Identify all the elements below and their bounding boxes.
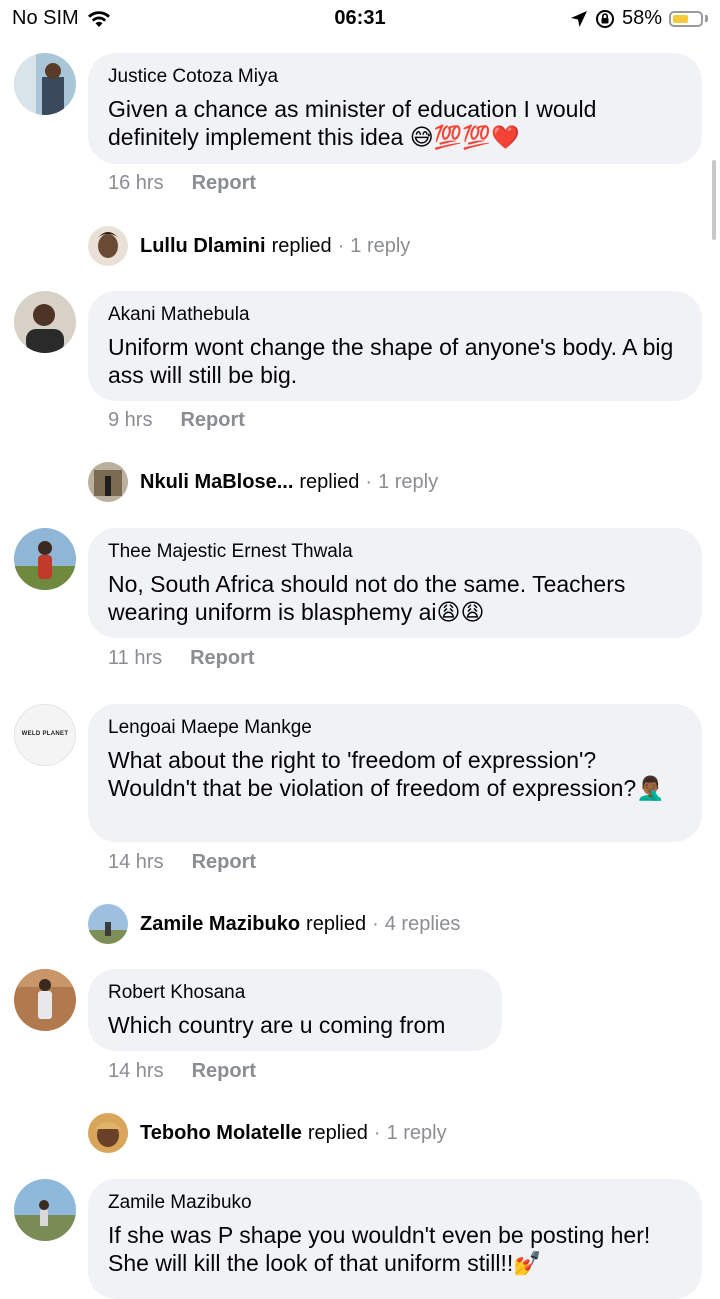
report-button[interactable]: Report (190, 647, 254, 670)
report-button[interactable]: Report (192, 851, 256, 874)
reply-author[interactable]: Nkuli MaBlose... (140, 471, 293, 494)
comment-text: No, South Africa should not do the same.… (108, 571, 626, 625)
comment-time: 14 hrs (108, 1060, 164, 1082)
separator-dot: · (337, 234, 345, 257)
commenter-avatar[interactable]: WELD PLANET (14, 704, 76, 766)
reply-count[interactable]: 4 replies (385, 913, 461, 936)
report-button[interactable]: Report (192, 1060, 256, 1083)
commenter-avatar[interactable] (14, 528, 76, 590)
commenter-avatar[interactable] (14, 1179, 76, 1241)
orientation-lock-icon (595, 9, 614, 28)
comment-text: If she was P shape you wouldn't even be … (108, 1222, 651, 1276)
reply-author[interactable]: Zamile Mazibuko (140, 913, 300, 936)
view-replies-row[interactable]: Lullu Dlamini replied · 1 reply (88, 226, 410, 266)
comment-author[interactable]: Robert Khosana (108, 981, 482, 1005)
battery-cap (705, 15, 708, 22)
comment-text: What about the right to 'freedom of expr… (108, 747, 665, 801)
commenter-avatar[interactable] (14, 969, 76, 1031)
battery-icon (669, 10, 703, 27)
battery-level (673, 14, 688, 23)
comment-author[interactable]: Thee Majestic Ernest Thwala (108, 540, 682, 564)
reply-author[interactable]: Lullu Dlamini (140, 235, 266, 258)
comment-meta: 14 hrs Report (108, 1060, 256, 1083)
location-arrow-icon (570, 10, 587, 27)
reply-avatar (88, 1113, 128, 1153)
report-button[interactable]: Report (192, 172, 256, 195)
comment-meta: 16 hrs Report (108, 172, 256, 195)
comment-text: Which country are u coming from (108, 1012, 446, 1038)
comment-bubble[interactable]: Lengoai Maepe Mankge What about the righ… (88, 704, 702, 842)
status-bar: No SIM 06:31 58% (0, 0, 720, 40)
reply-count[interactable]: 1 reply (350, 235, 410, 258)
comment-author[interactable]: Justice Cotoza Miya (108, 65, 682, 89)
comment-time: 11 hrs (108, 647, 163, 669)
comment-bubble[interactable]: Robert Khosana Which country are u comin… (88, 969, 502, 1051)
reply-verb: replied (271, 234, 332, 257)
commenter-avatar[interactable] (14, 291, 76, 353)
separator-dot: · (372, 912, 379, 935)
avatar-logo-text: WELD PLANET (21, 731, 69, 737)
status-right: 58% (570, 7, 708, 30)
view-replies-row[interactable]: Zamile Mazibuko replied · 4 replies (88, 904, 460, 944)
reply-avatar (88, 226, 128, 266)
separator-dot: · (365, 470, 373, 493)
comment-text: Given a chance as minister of education … (108, 96, 597, 150)
reply-avatar (88, 904, 128, 944)
report-button[interactable]: Report (180, 409, 244, 432)
comment-bubble[interactable]: Akani Mathebula Uniform wont change the … (88, 291, 702, 401)
comment-bubble[interactable]: Thee Majestic Ernest Thwala No, South Af… (88, 528, 702, 638)
comment-time: 9 hrs (108, 409, 153, 431)
comment-meta: 14 hrs Report (108, 851, 256, 874)
view-replies-row[interactable]: Teboho Molatelle replied · 1 reply (88, 1113, 447, 1153)
comment-time: 14 hrs (108, 851, 164, 873)
separator-dot: · (373, 1121, 381, 1144)
reply-verb: replied (299, 470, 360, 493)
comment-bubble[interactable]: Zamile Mazibuko If she was P shape you w… (88, 1179, 702, 1299)
reply-count[interactable]: 1 reply (387, 1122, 447, 1145)
comment-time: 16 hrs (108, 172, 164, 194)
comment-author[interactable]: Lengoai Maepe Mankge (108, 716, 682, 740)
comment-text: Uniform wont change the shape of anyone'… (108, 334, 674, 388)
reply-author[interactable]: Teboho Molatelle (140, 1122, 302, 1145)
comment-author[interactable]: Akani Mathebula (108, 303, 682, 327)
reply-verb: replied (307, 1121, 368, 1144)
reply-verb: replied (306, 912, 367, 935)
scrollbar[interactable] (712, 160, 716, 240)
view-replies-row[interactable]: Nkuli MaBlose... replied · 1 reply (88, 462, 438, 502)
reply-avatar (88, 462, 128, 502)
comment-meta: 11 hrs Report (108, 647, 255, 670)
reply-count[interactable]: 1 reply (378, 471, 438, 494)
commenter-avatar[interactable] (14, 53, 76, 115)
battery-percent: 58% (621, 7, 662, 29)
comment-author[interactable]: Zamile Mazibuko (108, 1191, 682, 1215)
comment-meta: 9 hrs Report (108, 409, 245, 432)
comment-bubble[interactable]: Justice Cotoza Miya Given a chance as mi… (88, 53, 702, 164)
